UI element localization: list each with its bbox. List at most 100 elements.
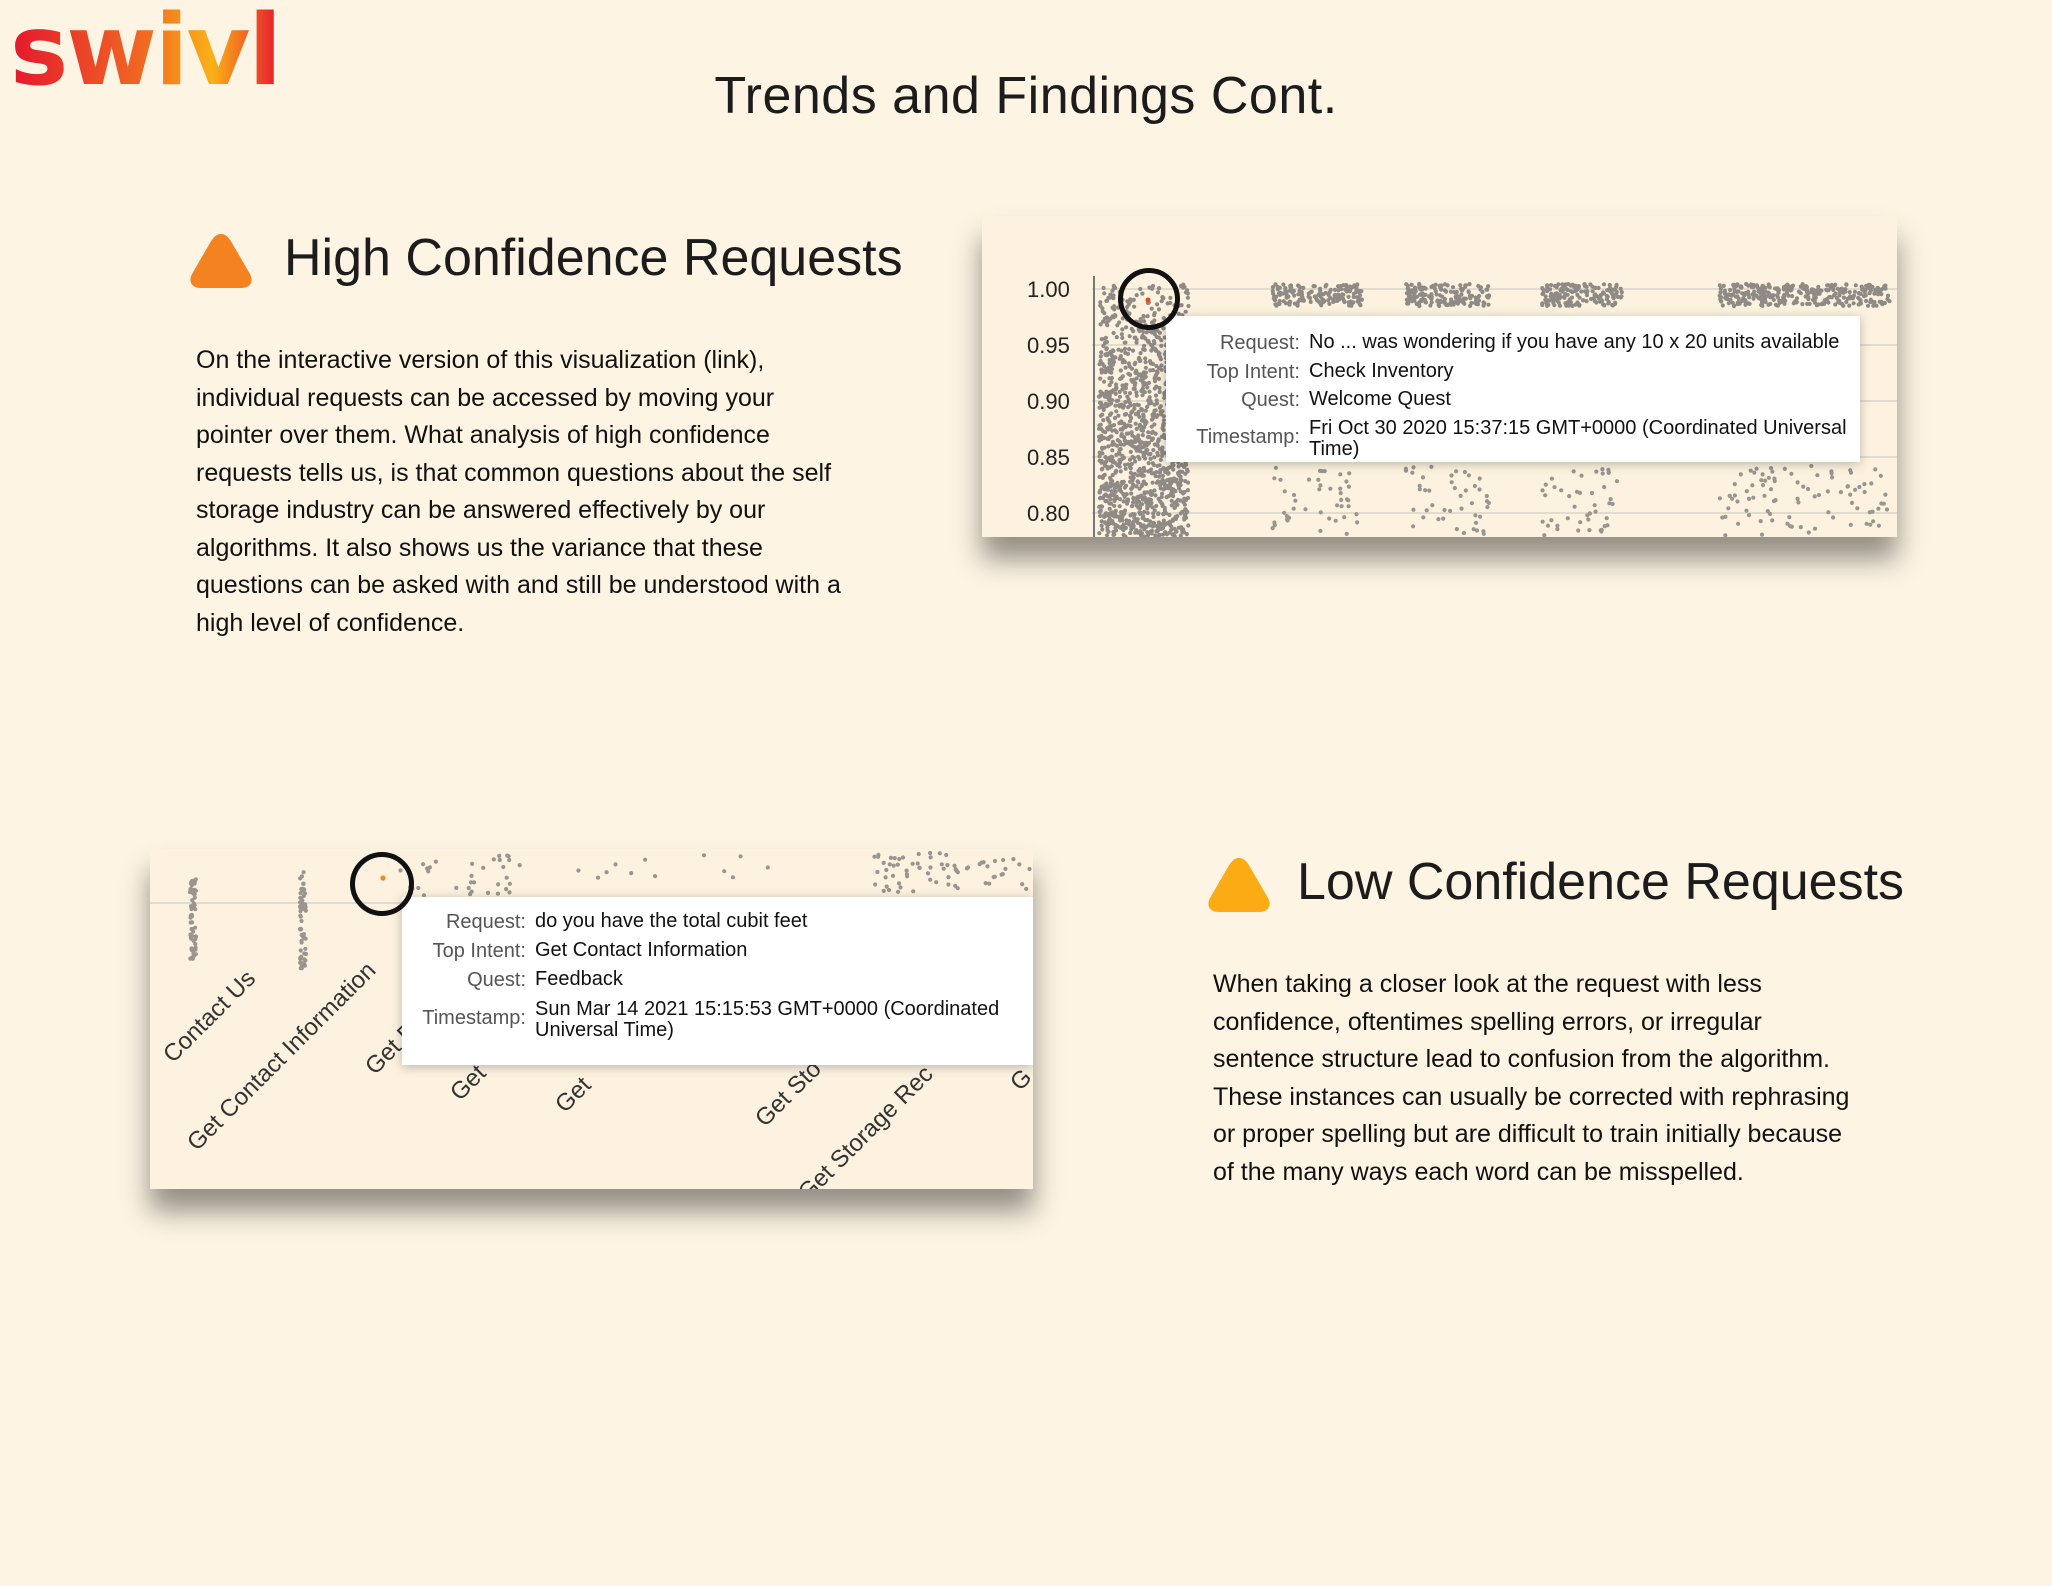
scatter-point [1746,513,1752,518]
scatter-point [1851,301,1856,306]
scatter-point [1285,518,1290,523]
scatter-point [925,871,931,876]
scatter-point [613,862,618,867]
scatter-point [1752,293,1757,298]
scatter-point [1484,287,1489,292]
scatter-point [301,881,306,886]
scatter-point [1140,386,1145,391]
scatter-point [1831,287,1836,293]
scatter-point [1116,398,1121,403]
scatter-point [1436,517,1441,522]
scatter-point [1863,293,1868,298]
scatter-point [1126,371,1131,376]
scatter-point [1098,422,1103,427]
scatter-point [1110,518,1115,524]
scatter-point [1411,524,1416,529]
scatter-point [497,853,502,858]
scatter-point [495,891,500,896]
scatter-point [1146,430,1151,435]
scatter-point [1159,412,1164,417]
scatter-point [896,881,902,886]
scatter-point [1140,428,1146,433]
scatter-point [1154,363,1159,369]
scatter-point [1338,472,1343,477]
scatter-point [1316,477,1321,482]
scatter-point [1355,282,1360,287]
scatter-point [1121,479,1126,484]
scatter-point [1110,448,1115,453]
scatter-point [1133,445,1138,450]
scatter-point [1120,327,1125,332]
scatter-point [1735,294,1740,299]
scatter-point [1600,467,1605,472]
scatter-point [1812,526,1818,531]
scatter-point [1858,291,1863,297]
scatter-point [1421,515,1426,520]
scatter-point [1461,530,1466,536]
scatter-point [1128,466,1133,471]
scatter-point [1878,473,1883,478]
scatter-point [1807,301,1812,306]
scatter-point [1133,381,1138,386]
scatter-point [1801,484,1806,489]
scatter-point [1112,304,1117,309]
scatter-point [1848,522,1853,527]
scatter-point [1131,455,1137,461]
scatter-point [1578,520,1583,525]
scatter-point [1586,517,1591,522]
scatter-point [1805,292,1810,297]
scatter-point [1486,295,1491,300]
scatter-point [1159,343,1164,348]
scatter-point [507,890,512,895]
scatter-point [1835,286,1840,291]
scatter-point [1163,469,1168,474]
scatter-point [1108,475,1113,480]
scatter-point [298,927,303,932]
scatter-point [1841,295,1846,300]
scatter-point [576,868,581,873]
scatter-point [1182,517,1187,522]
scatter-point [1148,456,1153,461]
scatter-point [1097,504,1102,509]
scatter-point [1098,389,1103,394]
scatter-point [910,861,915,866]
scatter-point [1717,496,1722,501]
scatter-point [629,871,634,876]
scatter-point [1405,301,1410,306]
scatter-point [1442,288,1447,293]
scatter-point [1157,463,1162,468]
scatter-point [1312,294,1317,299]
scatter-point [886,887,892,893]
scatter-point [1098,376,1103,381]
scatter-point [1782,301,1787,306]
scatter-point [1589,490,1595,496]
scatter-point [1413,295,1418,300]
scatter-point [1107,506,1112,511]
scatter-point [1161,422,1166,427]
scatter-point [1111,356,1116,361]
highlight-circle [350,852,414,916]
body-line: On the interactive version of this visua… [196,346,765,374]
scatter-point [505,853,510,858]
scatter-point [928,855,933,860]
scatter-point [1565,516,1570,521]
scatter-point [1594,469,1599,474]
scatter-point [1159,363,1164,368]
scatter-point [1614,479,1620,484]
scatter-point [1318,483,1323,488]
scatter-point [1453,294,1458,299]
scatter-point [1772,476,1777,481]
tooltip-timestamp-label: Timestamp: [422,1007,526,1029]
scatter-point [1122,346,1128,351]
scatter-point [888,855,894,860]
scatter-point [1111,529,1116,534]
scatter-point [1726,506,1731,511]
scatter-point [1318,294,1323,299]
scatter-point [979,860,984,865]
data-point-tooltip: Request: No ... was wondering if you hav… [1166,316,1860,462]
scatter-point [1611,295,1616,300]
scatter-point [1795,480,1800,485]
scatter-point [1142,335,1147,340]
scatter-point [1177,469,1182,474]
scatter-point [1158,522,1164,527]
